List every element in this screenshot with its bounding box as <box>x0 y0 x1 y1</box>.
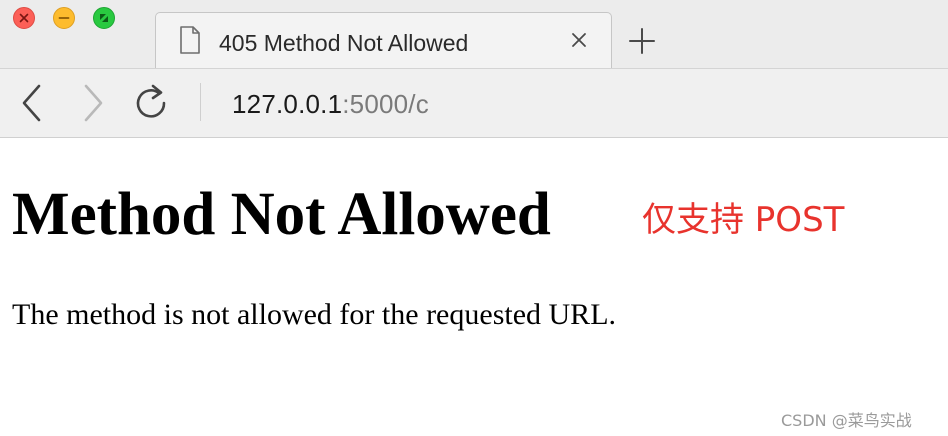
window-close-button[interactable] <box>13 7 35 29</box>
browser-toolbar: 127.0.0.1:5000/c <box>0 68 948 138</box>
minimize-icon <box>58 17 70 19</box>
fullscreen-icon <box>100 14 108 22</box>
document-icon <box>180 26 200 54</box>
window-minimize-button[interactable] <box>53 7 75 29</box>
back-chevron-icon[interactable] <box>19 83 45 123</box>
watermark: CSDN @菜鸟实战 <box>781 411 912 430</box>
toolbar-divider <box>200 83 201 121</box>
close-icon <box>19 13 29 23</box>
page-heading: Method Not Allowed <box>12 181 551 248</box>
address-bar[interactable]: 127.0.0.1:5000/c <box>232 89 429 120</box>
url-port-path: :5000/c <box>342 89 429 119</box>
reload-icon[interactable] <box>133 82 171 122</box>
annotation-label: 仅支持 POST <box>642 200 845 240</box>
browser-titlebar: 405 Method Not Allowed <box>0 0 948 68</box>
url-host: 127.0.0.1 <box>232 89 343 119</box>
forward-chevron-icon[interactable] <box>80 83 106 123</box>
error-message: The method is not allowed for the reques… <box>12 298 617 331</box>
tab-title: 405 Method Not Allowed <box>219 30 469 56</box>
tab-close-icon[interactable] <box>569 30 589 50</box>
window-fullscreen-button[interactable] <box>93 7 115 29</box>
new-tab-plus-icon[interactable] <box>627 27 657 55</box>
browser-tab[interactable]: 405 Method Not Allowed <box>155 12 612 68</box>
